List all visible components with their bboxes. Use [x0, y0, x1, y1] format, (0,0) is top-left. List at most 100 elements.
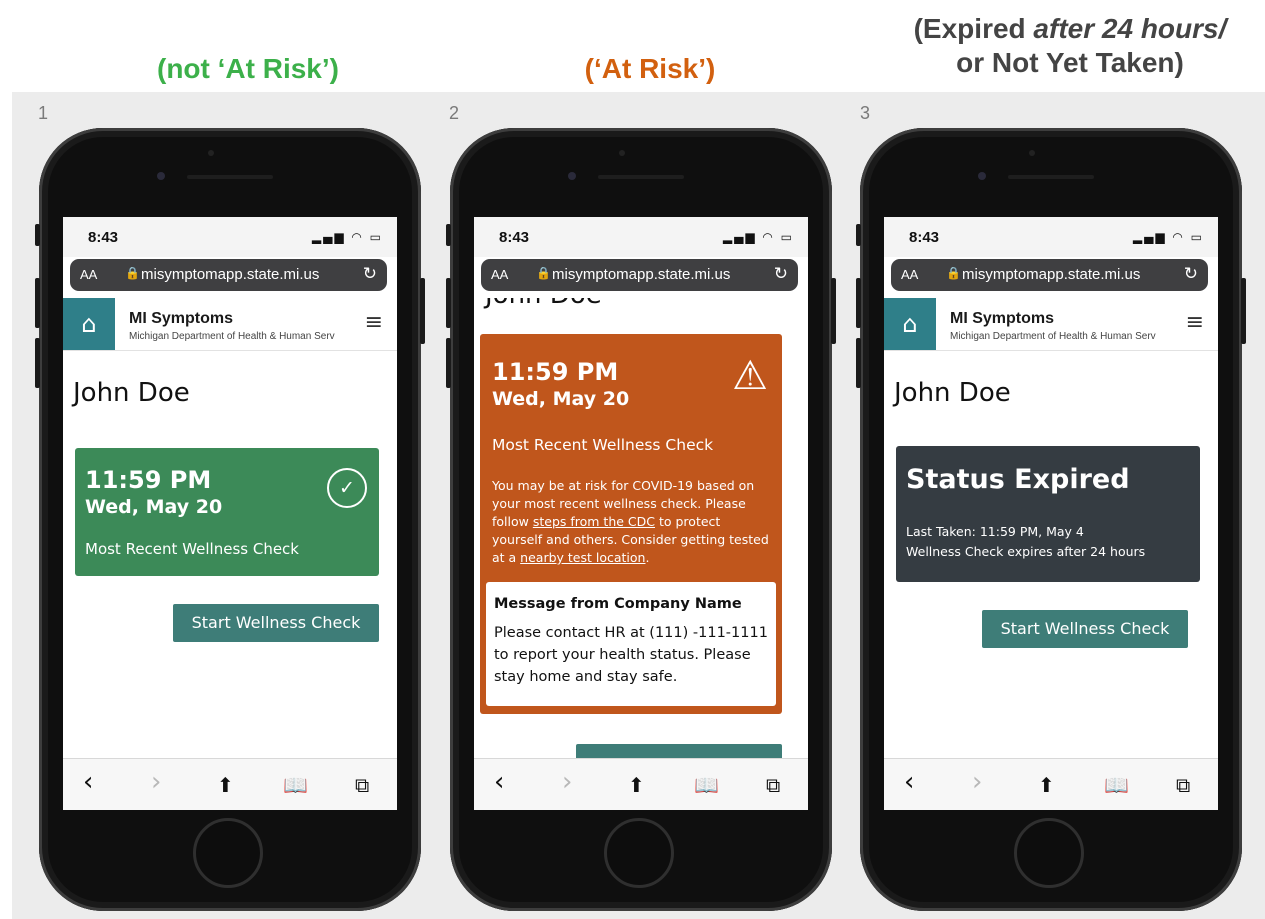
signal-wifi-battery-icon: ▂▄▆ ◠ ▭	[311, 230, 383, 244]
url-text[interactable]: misymptomapp.state.mi.us	[141, 266, 319, 283]
mute-switch	[446, 224, 451, 246]
last-taken-text: Last Taken: 11:59 PM, May 4	[906, 524, 1084, 539]
back-icon[interactable]: ‹	[83, 767, 93, 797]
user-name-scrolled: John Doe	[485, 298, 602, 310]
earpiece-speaker	[187, 175, 273, 179]
phone-screen: 8:43 ▂▄▆ ◠ ▭ AA 🔒 misymptomapp.state.mi.…	[474, 217, 808, 810]
bookmarks-icon[interactable]: 📖	[283, 773, 308, 797]
check-date: Wed, May 20	[492, 388, 630, 410]
address-bar[interactable]: AA 🔒 misymptomapp.state.mi.us ↻	[481, 259, 798, 291]
power-button	[420, 278, 425, 344]
checkmark-icon: ✓	[327, 468, 367, 508]
status-card-expired: Status Expired Last Taken: 11:59 PM, May…	[896, 446, 1200, 582]
volume-up-button	[35, 278, 40, 328]
site-subtitle: Michigan Department of Health & Human Se…	[950, 331, 1156, 342]
phone-frame-expired: 8:43 ▂▄▆ ◠ ▭ AA 🔒 misymptomapp.state.mi.…	[856, 128, 1246, 911]
check-time: 11:59 PM	[85, 466, 212, 494]
share-icon[interactable]: ⬆	[628, 773, 645, 797]
url-text[interactable]: misymptomapp.state.mi.us	[552, 266, 730, 283]
risk-text-3: .	[645, 550, 650, 565]
status-bar: 8:43 ▂▄▆ ◠ ▭	[63, 217, 397, 257]
heading-expired: (Expired after 24 hours/ or Not Yet Take…	[880, 12, 1260, 80]
sensor	[208, 150, 214, 156]
risk-message: You may be at risk for COVID-19 based on…	[492, 477, 772, 567]
signal-wifi-battery-icon: ▂▄▆ ◠ ▭	[1132, 230, 1204, 244]
home-button[interactable]	[1014, 818, 1084, 888]
address-bar[interactable]: AA 🔒 misymptomapp.state.mi.us ↻	[70, 259, 387, 291]
status-time: 8:43	[499, 229, 530, 246]
lock-icon: 🔒	[125, 266, 140, 280]
company-message-body: Please contact HR at (111) -111-1111 to …	[494, 625, 768, 685]
status-card-at-risk: 11:59 PM Wed, May 20 ⚠ Most Recent Welln…	[480, 334, 782, 714]
warning-icon: ⚠	[732, 353, 768, 399]
volume-up-button	[856, 278, 861, 328]
status-card-healthy: 11:59 PM Wed, May 20 Most Recent Wellnes…	[75, 448, 379, 576]
text-size-button[interactable]: AA	[901, 267, 918, 282]
forward-icon[interactable]: ›	[972, 767, 982, 797]
home-button[interactable]	[193, 818, 263, 888]
forward-icon[interactable]: ›	[562, 767, 572, 797]
volume-down-button	[446, 338, 451, 388]
user-name: John Doe	[894, 378, 1011, 408]
share-icon[interactable]: ⬆	[1038, 773, 1055, 797]
front-camera	[568, 172, 576, 180]
expiry-note: Wellness Check expires after 24 hours	[906, 544, 1146, 559]
bookmarks-icon[interactable]: 📖	[694, 773, 719, 797]
check-date: Wed, May 20	[85, 496, 223, 518]
reload-icon[interactable]: ↻	[363, 264, 377, 284]
volume-down-button	[35, 338, 40, 388]
reload-icon[interactable]: ↻	[1184, 264, 1198, 284]
check-label: Most Recent Wellness Check	[85, 540, 299, 558]
check-label: Most Recent Wellness Check	[492, 436, 714, 454]
browser-toolbar: ‹ › ⬆ 📖 ⧉	[63, 758, 397, 810]
signal-wifi-battery-icon: ▂▄▆ ◠ ▭	[722, 230, 794, 244]
company-message-box: Message from Company Name Please contact…	[486, 582, 776, 706]
browser-toolbar: ‹ › ⬆ 📖 ⧉	[474, 758, 808, 810]
url-text[interactable]: misymptomapp.state.mi.us	[962, 266, 1140, 283]
status-time: 8:43	[88, 229, 119, 246]
site-header: ⌂ MI Symptoms Michigan Department of Hea…	[884, 298, 1218, 351]
volume-down-button	[856, 338, 861, 388]
bookmarks-icon[interactable]: 📖	[1104, 773, 1129, 797]
start-wellness-check-button[interactable]: Start Wellness Check	[173, 604, 379, 642]
sensor	[1029, 150, 1035, 156]
power-button	[1241, 278, 1246, 344]
tabs-icon[interactable]: ⧉	[766, 773, 780, 797]
start-wellness-check-button-partial[interactable]	[576, 744, 782, 758]
site-title: MI Symptoms	[950, 310, 1055, 327]
address-bar[interactable]: AA 🔒 misymptomapp.state.mi.us ↻	[891, 259, 1208, 291]
home-button[interactable]	[604, 818, 674, 888]
michigan-logo-icon[interactable]: ⌂	[63, 298, 115, 350]
text-size-button[interactable]: AA	[491, 267, 508, 282]
heading-expired-part2: or Not Yet Taken)	[956, 47, 1184, 78]
heading-at-risk: (‘At Risk’)	[584, 53, 716, 84]
hamburger-menu-icon[interactable]: ≡	[365, 310, 383, 335]
earpiece-speaker	[598, 175, 684, 179]
lock-icon: 🔒	[536, 266, 551, 280]
back-icon[interactable]: ‹	[494, 767, 504, 797]
earpiece-speaker	[1008, 175, 1094, 179]
tabs-icon[interactable]: ⧉	[355, 773, 369, 797]
lock-icon: 🔒	[946, 266, 961, 280]
site-subtitle: Michigan Department of Health & Human Se…	[129, 331, 335, 342]
hamburger-menu-icon[interactable]: ≡	[1186, 310, 1204, 335]
start-wellness-check-button[interactable]: Start Wellness Check	[982, 610, 1188, 648]
forward-icon[interactable]: ›	[151, 767, 161, 797]
check-time: 11:59 PM	[492, 358, 619, 386]
phone-screen: 8:43 ▂▄▆ ◠ ▭ AA 🔒 misymptomapp.state.mi.…	[63, 217, 397, 810]
test-location-link[interactable]: nearby test location	[520, 550, 645, 565]
status-expired-title: Status Expired	[906, 464, 1130, 495]
site-header: ⌂ MI Symptoms Michigan Department of Hea…	[63, 298, 397, 351]
cdc-steps-link[interactable]: steps from the CDC	[533, 514, 655, 529]
frame-number-2: 2	[449, 103, 460, 123]
reload-icon[interactable]: ↻	[774, 264, 788, 284]
tabs-icon[interactable]: ⧉	[1176, 773, 1190, 797]
michigan-logo-icon[interactable]: ⌂	[884, 298, 936, 350]
back-icon[interactable]: ‹	[904, 767, 914, 797]
status-bar: 8:43 ▂▄▆ ◠ ▭	[884, 217, 1218, 257]
web-page: John Doe 11:59 PM Wed, May 20 ⚠ Most Rec…	[474, 298, 808, 758]
text-size-button[interactable]: AA	[80, 267, 97, 282]
front-camera	[157, 172, 165, 180]
site-title: MI Symptoms	[129, 310, 234, 327]
share-icon[interactable]: ⬆	[217, 773, 234, 797]
